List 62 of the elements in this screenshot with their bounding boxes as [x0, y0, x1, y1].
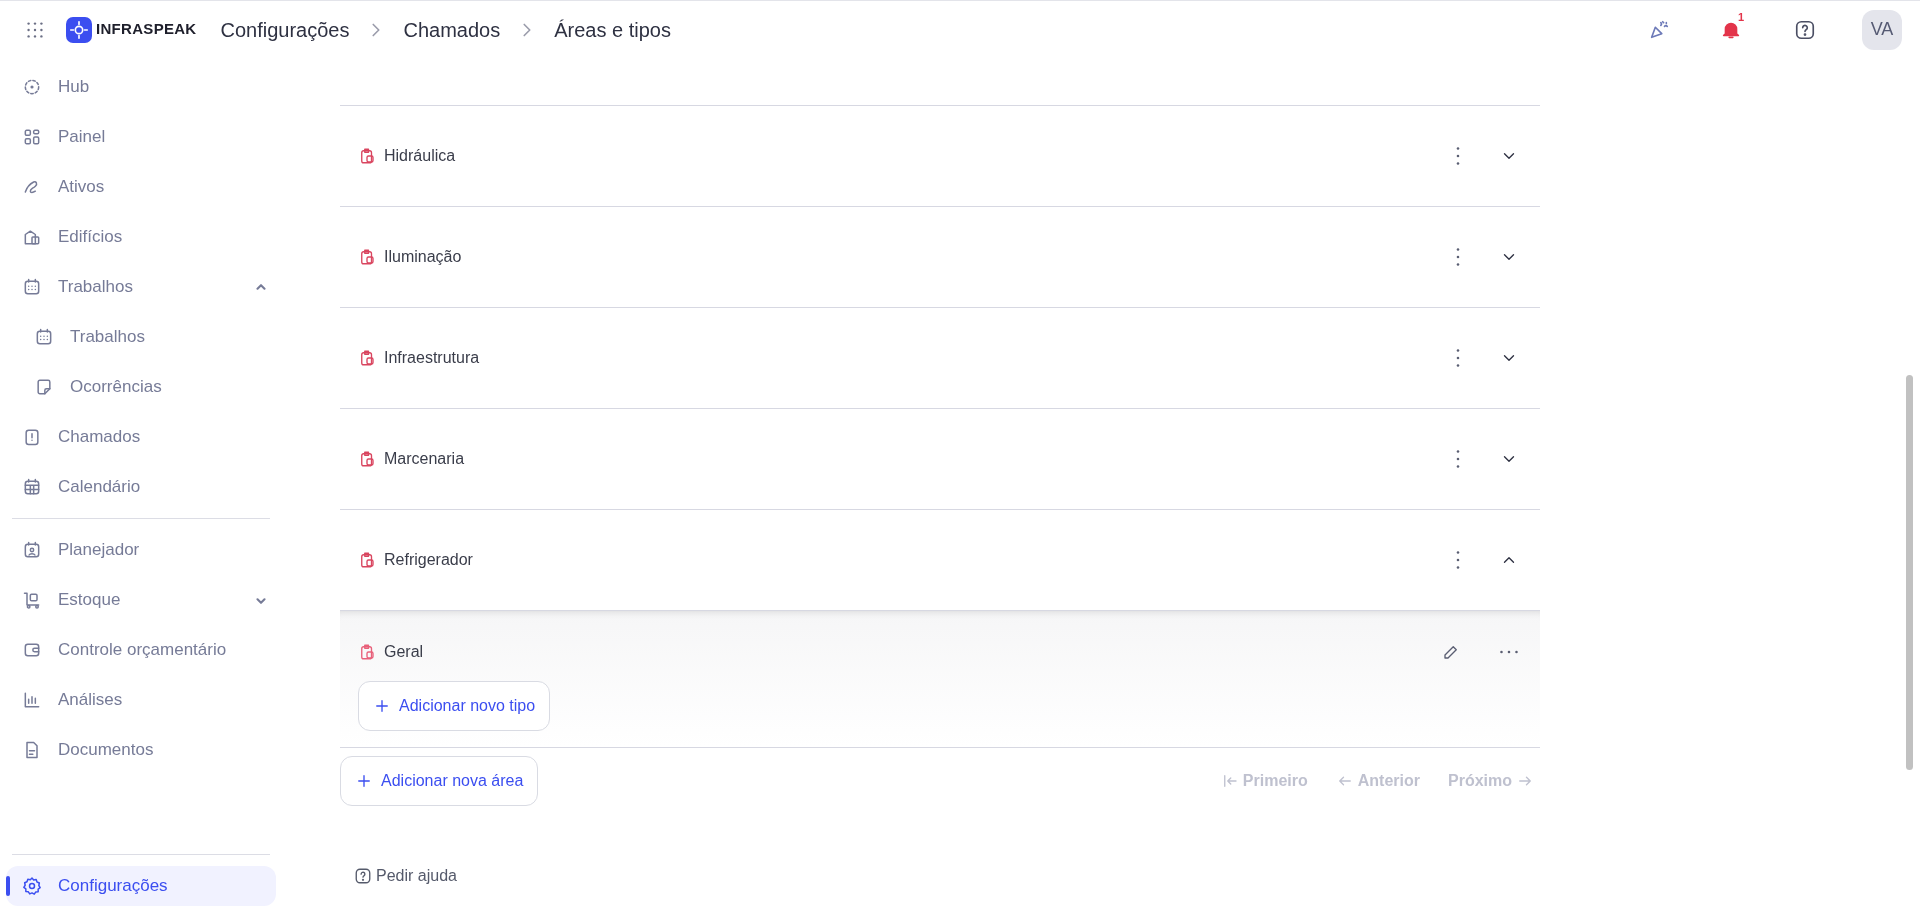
sidebar-item[interactable]: Painel: [6, 117, 276, 157]
clipboard-icon: [358, 551, 376, 569]
sidebar-item[interactable]: Configurações: [6, 866, 276, 906]
sidebar-item-icon: [22, 427, 42, 447]
breadcrumb-link[interactable]: Configurações: [220, 14, 350, 45]
type-name: Geral: [384, 642, 424, 662]
vertical-dots-icon: [1456, 248, 1460, 266]
sidebar-item[interactable]: Edifícios: [6, 217, 276, 257]
sidebar-item[interactable]: Planejador: [6, 530, 276, 570]
breadcrumb-link[interactable]: Chamados: [403, 14, 501, 45]
chevron-up-icon: [256, 283, 266, 291]
vertical-dots-icon: [1456, 349, 1460, 367]
clipboard-icon: [358, 147, 376, 165]
vertical-dots-icon: [1456, 450, 1460, 468]
plus-icon: [373, 697, 391, 715]
sidebar-item[interactable]: Hub: [6, 67, 276, 107]
logo-icon: [66, 16, 92, 43]
logo-text: INFRASPEAK: [96, 19, 197, 40]
add-type-button[interactable]: Adicionar novo tipo: [358, 681, 551, 731]
clipboard-icon: [358, 643, 376, 661]
sidebar-item[interactable]: Documentos: [6, 730, 276, 770]
sidebar-item-icon: [22, 477, 42, 497]
sidebar-item-icon: [34, 327, 54, 347]
add-area-button[interactable]: Adicionar nova área: [340, 756, 539, 806]
breadcrumb-current: Áreas e tipos: [554, 17, 671, 43]
sidebar-item[interactable]: Chamados: [6, 417, 276, 457]
sidebar-item[interactable]: Estoque: [6, 580, 276, 620]
sidebar-item[interactable]: Análises: [6, 680, 276, 720]
sidebar-item[interactable]: Ocorrências: [6, 367, 276, 407]
vertical-dots-icon: [1456, 551, 1460, 569]
sidebar-item-icon: [22, 690, 42, 710]
area-name: Hidráulica: [384, 146, 456, 166]
question-icon: [1794, 18, 1816, 41]
pencil-icon: [1442, 643, 1460, 661]
sidebar-item-icon: [22, 540, 42, 560]
sidebar-item-icon: [34, 377, 54, 397]
area-name: Infraestrutura: [384, 348, 480, 368]
horizontal-dots-icon: [1500, 650, 1518, 654]
question-icon: [354, 867, 372, 885]
chevron-down-icon: [256, 596, 266, 604]
sidebar-item-icon: [22, 77, 42, 97]
area-name: Marcenaria: [384, 449, 465, 469]
sidebar-item-icon: [22, 876, 42, 896]
area-name: Iluminação: [384, 247, 462, 267]
sidebar-item-icon: [22, 227, 42, 247]
sidebar-item-icon: [22, 277, 42, 297]
clipboard-icon: [358, 349, 376, 367]
area-name: Refrigerador: [384, 550, 473, 570]
user-avatar[interactable]: VA: [1862, 9, 1902, 50]
sidebar-item-icon: [22, 127, 42, 147]
clipboard-icon: [358, 248, 376, 266]
vertical-dots-icon: [1456, 147, 1460, 165]
sidebar-item-icon: [22, 640, 42, 660]
help-link[interactable]: Pedir ajuda: [354, 864, 457, 888]
sidebar-item[interactable]: Ativos: [6, 167, 276, 207]
clipboard-icon: [358, 450, 376, 468]
sidebar-item[interactable]: Calendário: [6, 467, 276, 507]
plus-icon: [355, 772, 373, 790]
sidebar-item[interactable]: Controle orçamentário: [6, 630, 276, 670]
sidebar-item-icon: [22, 590, 42, 610]
sidebar-item[interactable]: Trabalhos: [6, 317, 276, 357]
sidebar-item[interactable]: Trabalhos: [6, 267, 276, 307]
